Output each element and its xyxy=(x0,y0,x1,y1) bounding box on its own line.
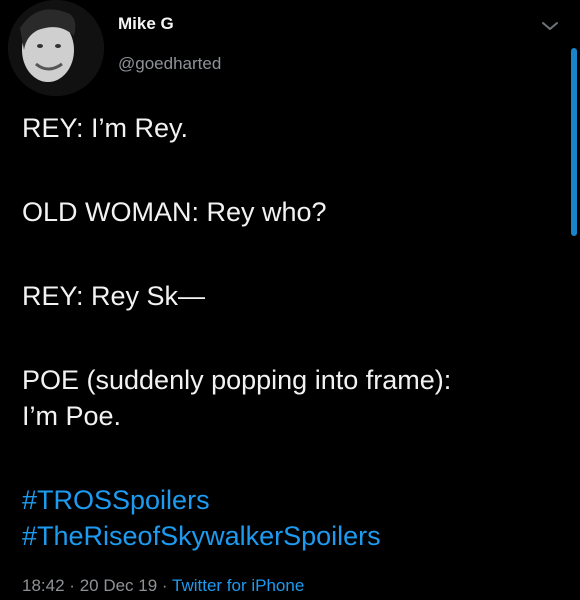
tweet-line: I’m Poe. xyxy=(22,401,122,431)
avatar[interactable] xyxy=(8,0,104,96)
tweet-line: OLD WOMAN: Rey who? xyxy=(22,197,327,227)
tweet-line: POE (suddenly popping into frame): xyxy=(22,365,452,395)
tweet-date[interactable]: 20 Dec 19 xyxy=(80,576,158,595)
tweet-time[interactable]: 18:42 xyxy=(22,576,65,595)
tweet-source-link[interactable]: Twitter for iPhone xyxy=(172,576,304,595)
hashtags: #TROSSpoilers #TheRiseofSkywalkerSpoiler… xyxy=(22,482,381,554)
hashtag-link[interactable]: #TROSSpoilers xyxy=(22,482,381,518)
tweet-line: REY: I’m Rey. xyxy=(22,113,189,143)
user-handle[interactable]: @goedharted xyxy=(118,54,221,74)
display-name[interactable]: Mike G xyxy=(118,14,174,34)
separator: · xyxy=(161,576,168,595)
hashtag-link[interactable]: #TheRiseofSkywalkerSpoilers xyxy=(22,518,381,554)
chevron-down-icon[interactable] xyxy=(538,14,562,38)
tweet-text: REY: I’m Rey. OLD WOMAN: Rey who? REY: R… xyxy=(22,110,562,434)
separator: · xyxy=(69,576,75,595)
tweet-meta: 18:42 · 20 Dec 19 · Twitter for iPhone xyxy=(22,576,304,596)
tweet-line: REY: Rey Sk— xyxy=(22,281,206,311)
avatar-image xyxy=(8,0,104,96)
scrollbar[interactable] xyxy=(571,48,577,236)
